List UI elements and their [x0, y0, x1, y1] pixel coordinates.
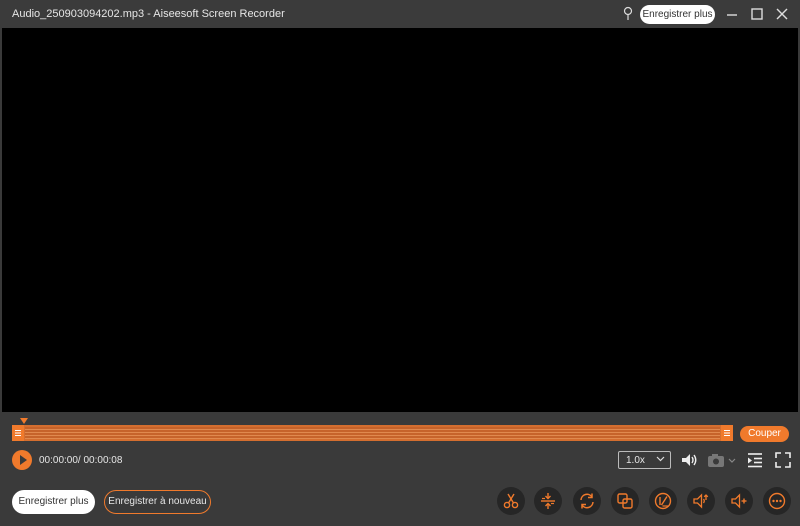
- speed-value: 1.0x: [626, 455, 645, 466]
- title-bar: Audio_250903094202.mp3 - Aiseesoft Scree…: [0, 0, 800, 28]
- playlist-icon[interactable]: [746, 451, 764, 469]
- speed-select[interactable]: 1.0x: [618, 451, 671, 469]
- timeline-track[interactable]: [12, 425, 733, 441]
- register-more-button[interactable]: Enregistrer plus: [12, 490, 95, 514]
- scissors-icon[interactable]: [497, 487, 525, 515]
- audio-add-icon[interactable]: [725, 487, 753, 515]
- register-again-button[interactable]: Enregistrer à nouveau: [104, 490, 211, 514]
- volume-icon[interactable]: [680, 451, 698, 469]
- trim-start-handle[interactable]: [12, 425, 24, 441]
- timeline-waveform: [25, 427, 720, 439]
- video-preview[interactable]: [2, 28, 798, 412]
- edit-metadata-icon[interactable]: [649, 487, 677, 515]
- time-display: 00:00:00/ 00:00:08: [39, 455, 123, 466]
- camera-icon[interactable]: [707, 451, 737, 469]
- fullscreen-icon[interactable]: [774, 451, 792, 469]
- play-icon[interactable]: [12, 450, 32, 470]
- register-more-top-button[interactable]: Enregistrer plus: [640, 5, 715, 24]
- merge-icon[interactable]: [611, 487, 639, 515]
- minimize-icon[interactable]: [724, 6, 740, 22]
- split-icon[interactable]: [534, 487, 562, 515]
- volume-boost-icon[interactable]: [687, 487, 715, 515]
- window-title: Audio_250903094202.mp3 - Aiseesoft Scree…: [12, 8, 285, 20]
- pin-icon[interactable]: [620, 6, 636, 22]
- playhead-marker[interactable]: [20, 418, 28, 424]
- rotate-icon[interactable]: [573, 487, 601, 515]
- maximize-icon[interactable]: [749, 6, 765, 22]
- more-icon[interactable]: [763, 487, 791, 515]
- trim-end-handle[interactable]: [721, 425, 733, 441]
- close-icon[interactable]: [774, 6, 790, 22]
- cut-button[interactable]: Couper: [740, 426, 789, 442]
- chevron-down-icon: [656, 456, 665, 462]
